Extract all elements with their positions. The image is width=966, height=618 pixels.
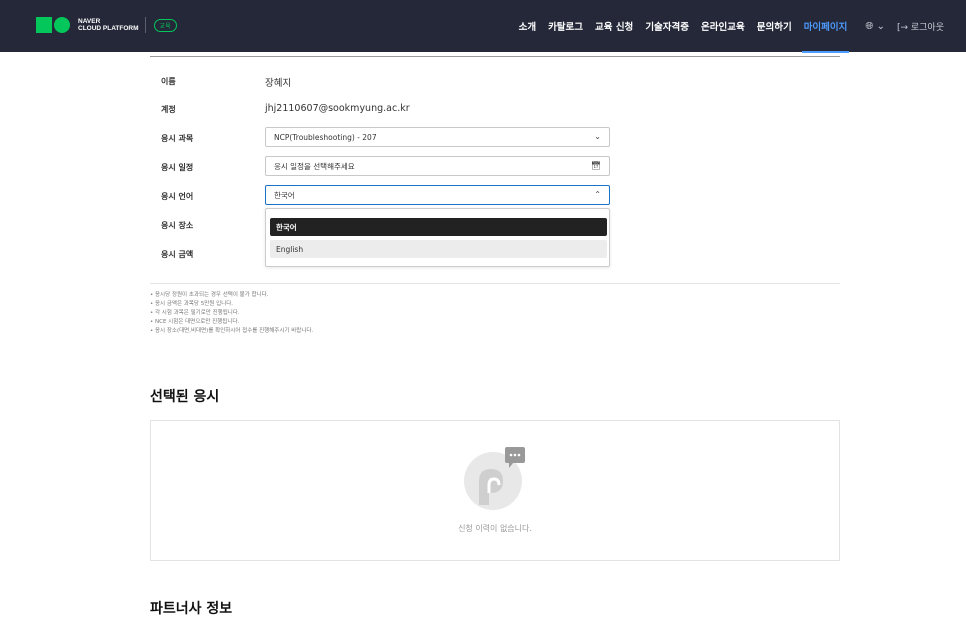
calendar-icon: 📅︎ bbox=[590, 161, 601, 170]
empty-state-text: 신청 이력이 없습니다. bbox=[458, 524, 532, 533]
top-navigation-bar: NAVER CLOUD PLATFORM 교육 소개 카탈로그 교육 신청 기술… bbox=[0, 0, 966, 53]
account-value: jhj2110607@sookmyung.ac.kr bbox=[265, 103, 410, 114]
language-option-english[interactable]: English bbox=[270, 240, 607, 258]
nav-item-contact[interactable]: 문의하기 bbox=[757, 19, 792, 33]
logout-label: 로그아웃 bbox=[910, 22, 944, 33]
language-dropdown: 한국어 English bbox=[265, 208, 610, 267]
subject-label: 응시 과목 bbox=[161, 134, 194, 143]
nav-item-catalog[interactable]: 카탈로그 bbox=[548, 19, 583, 33]
naver-cloud-logo[interactable]: NAVER CLOUD PLATFORM 교육 bbox=[36, 17, 177, 33]
logo-circle-mark bbox=[54, 17, 70, 33]
logout-button[interactable]: [→ 로그아웃 bbox=[897, 20, 944, 33]
nav-item-certification[interactable]: 기술자격증 bbox=[645, 19, 689, 33]
partner-info-title: 파트너사 정보 bbox=[150, 601, 233, 617]
notice-list: • 응시당 정원이 초과되는 경우 선택이 불가 합니다. • 응시 금액은 과… bbox=[150, 291, 313, 336]
date-label: 응시 일정 bbox=[161, 163, 194, 172]
notice-item: • 각 시험 과목은 필기로만 진행됩니다. bbox=[150, 310, 240, 316]
logo-line2: CLOUD PLATFORM bbox=[78, 25, 139, 32]
chevron-down-icon: ⌄ bbox=[594, 132, 601, 141]
subject-select[interactable]: NCP(Troubleshooting) - 207 ⌄ bbox=[265, 127, 610, 147]
selected-exam-box: 신청 이력이 없습니다. bbox=[150, 420, 840, 561]
notes-divider bbox=[150, 283, 840, 284]
nav-item-mypage[interactable]: 마이페이지 bbox=[801, 19, 850, 53]
language-option-korean[interactable]: 한국어 bbox=[270, 218, 607, 236]
language-label: 응시 언어 bbox=[161, 192, 194, 201]
logo-divider bbox=[144, 17, 146, 33]
logo-text: NAVER CLOUD PLATFORM bbox=[78, 18, 139, 33]
globe-icon[interactable]: 🌐︎ ⌄ bbox=[865, 21, 885, 32]
selected-exam-title: 선택된 응시 bbox=[150, 389, 220, 405]
nav-item-online[interactable]: 온라인교육 bbox=[701, 19, 745, 33]
main-nav: 소개 카탈로그 교육 신청 기술자격증 온라인교육 문의하기 마이페이지 🌐︎ … bbox=[507, 19, 944, 53]
name-value: 장혜지 bbox=[265, 78, 292, 89]
logo-square-mark bbox=[36, 17, 52, 33]
logout-icon: [→ bbox=[896, 22, 911, 33]
date-picker-field[interactable]: 응시 일정을 선택해주세요 📅︎ bbox=[265, 156, 610, 176]
notice-item: • 응시 금액은 과목당 5만원 입니다. bbox=[150, 301, 234, 307]
fee-label: 응시 금액 bbox=[161, 250, 194, 259]
date-placeholder: 응시 일정을 선택해주세요 bbox=[274, 161, 355, 171]
name-label: 이름 bbox=[161, 77, 176, 86]
section-top-divider bbox=[150, 56, 840, 57]
empty-speech-icon bbox=[464, 447, 525, 510]
account-label: 계정 bbox=[161, 105, 176, 114]
notice-item: • 응시당 정원이 초과되는 경우 선택이 불가 합니다. bbox=[150, 292, 269, 298]
notice-item: • 응시 장소(대면,비대면)를 확인하시어 접수를 진행해주시기 바랍니다. bbox=[150, 328, 314, 334]
language-select[interactable]: 한국어 ⌃ bbox=[265, 185, 610, 205]
logo-line1: NAVER bbox=[78, 17, 101, 25]
notice-item: • NCE 시험은 대면으로만 진행됩니다. bbox=[150, 319, 240, 325]
nav-item-intro[interactable]: 소개 bbox=[519, 19, 536, 33]
place-label: 응시 장소 bbox=[161, 221, 194, 230]
subject-select-value: NCP(Troubleshooting) - 207 bbox=[274, 132, 377, 142]
nav-item-apply[interactable]: 교육 신청 bbox=[595, 19, 633, 33]
chevron-up-icon: ⌃ bbox=[594, 190, 601, 199]
language-select-value: 한국어 bbox=[274, 190, 295, 200]
edu-badge: 교육 bbox=[153, 18, 177, 32]
